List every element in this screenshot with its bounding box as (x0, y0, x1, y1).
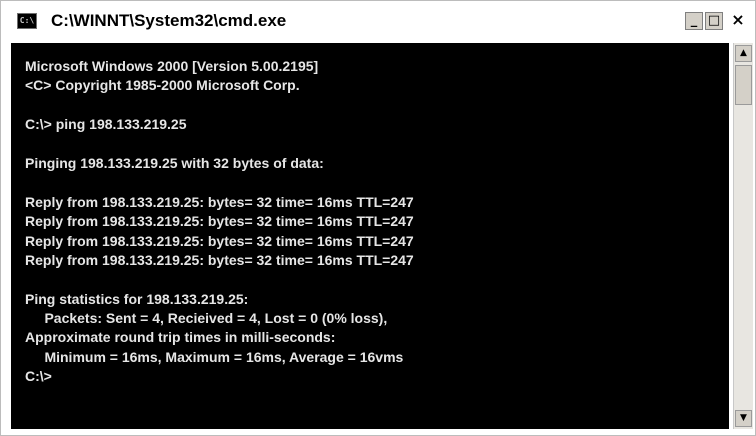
console-line: Pinging 198.133.219.25 with 32 bytes of … (25, 154, 324, 171)
console-line: Reply from 198.133.219.25: bytes= 32 tim… (25, 193, 414, 210)
scroll-up-arrow-icon[interactable]: ▲ (735, 45, 752, 62)
maximize-button[interactable]: □ (705, 12, 723, 30)
console-line: <C> Copyright 1985-2000 Microsoft Corp. (25, 77, 300, 94)
console-line: Reply from 198.133.219.25: bytes= 32 tim… (25, 213, 414, 230)
console-lines: Microsoft Windows 2000 [Version 5.00.219… (11, 43, 729, 387)
close-button[interactable]: × (725, 12, 751, 30)
console-line: Reply from 198.133.219.25: bytes= 32 tim… (25, 251, 414, 268)
window-title: C:\WINNT\System32\cmd.exe (51, 11, 287, 30)
scroll-down-arrow-icon[interactable]: ▼ (735, 410, 752, 427)
console-line: C:\> ping 198.133.219.25 (25, 116, 187, 133)
vertical-scrollbar[interactable]: ▲ ▼ (733, 43, 753, 429)
minimize-button[interactable]: _ (685, 12, 703, 30)
console-output[interactable]: Microsoft Windows 2000 [Version 5.00.219… (11, 43, 729, 429)
cmd-app-icon[interactable]: C:\ (17, 13, 37, 29)
console-line: Microsoft Windows 2000 [Version 5.00.219… (25, 58, 319, 74)
console-line: C:\> (25, 368, 52, 385)
cmd-window: C:\ C:\WINNT\System32\cmd.exe _ □ × Micr… (0, 0, 756, 436)
title-bar[interactable]: C:\ C:\WINNT\System32\cmd.exe _ □ × (7, 7, 751, 37)
console-line: Packets: Sent = 4, Recieived = 4, Lost =… (25, 310, 388, 327)
scrollbar-thumb[interactable] (735, 65, 752, 105)
console-line: Ping statistics for 198.133.219.25: (25, 290, 249, 307)
console-line: Approximate round trip times in milli-se… (25, 329, 336, 346)
console-line: Reply from 198.133.219.25: bytes= 32 tim… (25, 232, 414, 249)
console-line: Minimum = 16ms, Maximum = 16ms, Average … (25, 348, 404, 365)
